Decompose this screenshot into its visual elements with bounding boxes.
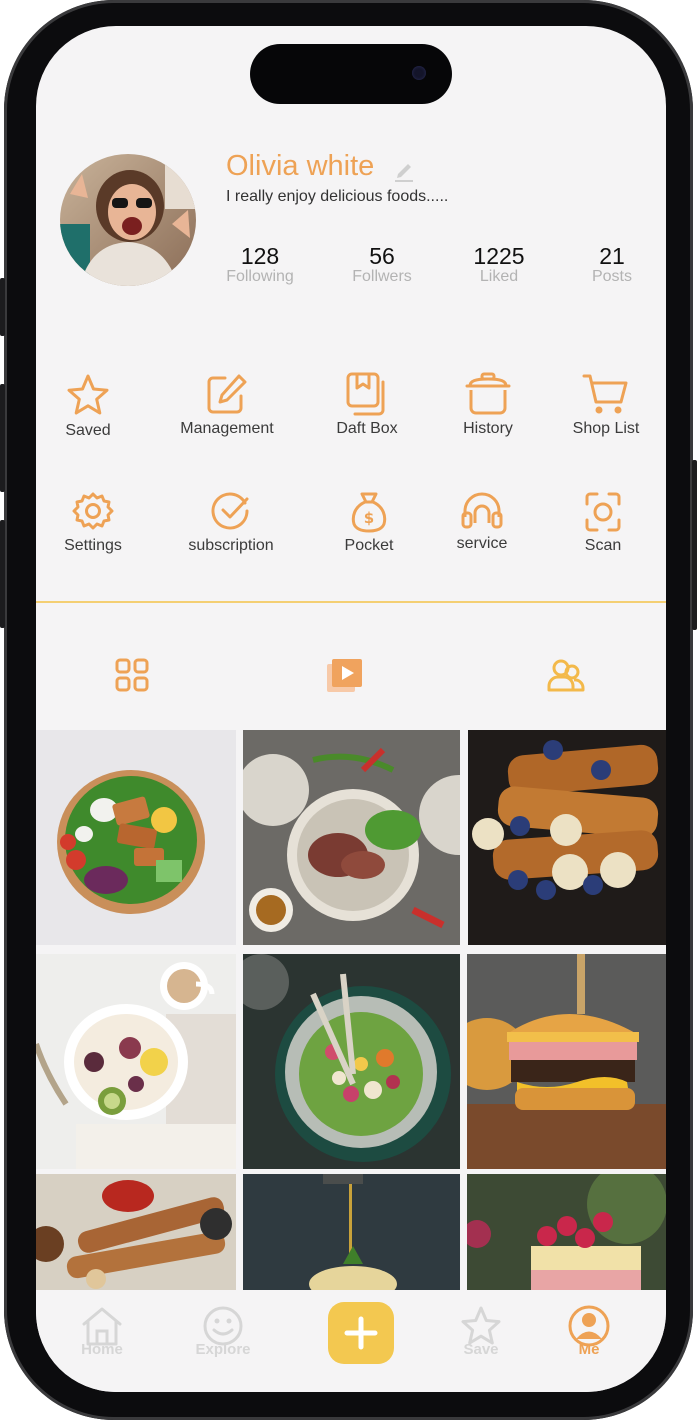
menu-management[interactable]: Management — [162, 372, 292, 438]
app-screen: Olivia white I really enjoy delicious fo… — [36, 26, 666, 1392]
section-divider — [36, 601, 666, 603]
bottom-navigation: Home Explore Save Me — [36, 1290, 666, 1392]
nav-me[interactable]: Me — [549, 1304, 629, 1358]
menu-label: Daft Box — [336, 420, 398, 437]
menu-settings[interactable]: Settings — [36, 491, 158, 555]
menu-draft-box[interactable]: Daft Box — [302, 372, 432, 438]
menu-service[interactable]: service — [417, 491, 547, 553]
nav-home[interactable]: Home — [62, 1304, 142, 1358]
menu-label: service — [456, 535, 508, 552]
menu-label: Pocket — [344, 537, 394, 554]
create-post-button[interactable] — [328, 1302, 394, 1364]
menu-label: Scan — [584, 537, 622, 554]
nav-label: Save — [463, 1341, 499, 1358]
pencil-icon[interactable] — [394, 159, 414, 183]
plus-icon — [344, 1316, 378, 1350]
check-circle-icon — [211, 492, 249, 530]
nav-label: Explore — [195, 1341, 251, 1358]
post-thumbnail-salad-bowl[interactable] — [36, 730, 236, 945]
grid-icon[interactable] — [112, 656, 152, 696]
menu-subscription[interactable]: subscription — [166, 491, 296, 555]
volume-down-button — [0, 520, 5, 628]
volume-up-button — [0, 384, 5, 492]
stat-following[interactable]: 128 Following — [215, 244, 305, 286]
menu-label: Settings — [64, 537, 122, 554]
post-thumbnail-french-toast[interactable] — [468, 730, 666, 945]
stat-label: Follwers — [352, 268, 412, 285]
menu-label: History — [463, 420, 513, 437]
stat-followers[interactable]: 56 Follwers — [337, 244, 427, 286]
stat-label: Posts — [591, 268, 632, 285]
stat-value: 21 — [599, 243, 625, 269]
dynamic-island — [250, 44, 452, 104]
post-thumbnail-steak-plate[interactable] — [243, 730, 460, 945]
power-button — [692, 460, 697, 630]
post-thumbnail-fruit-bowl[interactable] — [36, 954, 236, 1169]
menu-saved[interactable]: Saved — [36, 372, 153, 440]
menu-label: subscription — [188, 537, 274, 554]
scan-icon — [585, 492, 621, 532]
draft-box-icon — [346, 372, 385, 416]
post-thumbnail-burger[interactable] — [467, 954, 666, 1169]
video-icon[interactable] — [325, 656, 365, 696]
stat-label: Liked — [479, 268, 519, 285]
pot-icon — [465, 372, 511, 415]
camera-icon — [412, 66, 426, 80]
post-thumbnail-green-bowl[interactable] — [243, 954, 460, 1169]
post-thumbnail-raspberry-cake[interactable] — [467, 1174, 666, 1290]
menu-label: Shop List — [572, 420, 640, 437]
nav-save[interactable]: Save — [441, 1304, 521, 1358]
menu-scan[interactable]: Scan — [538, 491, 666, 555]
nav-explore[interactable]: Explore — [183, 1304, 263, 1358]
edit-square-icon — [207, 374, 247, 414]
menu-label: Saved — [65, 422, 111, 439]
headset-icon — [461, 492, 503, 529]
stat-value: 1225 — [473, 243, 525, 269]
profile-name: Olivia white — [226, 150, 375, 182]
nav-label: Me — [578, 1341, 600, 1358]
svg-text:$: $ — [364, 509, 374, 527]
avatar[interactable] — [60, 154, 196, 286]
star-icon — [67, 374, 109, 415]
menu-history[interactable]: History — [423, 372, 553, 438]
action-button — [0, 278, 5, 336]
stat-liked[interactable]: 1225 Liked — [454, 244, 544, 286]
post-thumbnail-kebabs[interactable] — [36, 1174, 236, 1290]
cart-icon — [582, 374, 628, 414]
profile-bio: I really enjoy delicious foods..... — [226, 188, 449, 205]
stat-posts[interactable]: 21 Posts — [567, 244, 657, 286]
menu-shop-list[interactable]: Shop List — [541, 372, 666, 438]
gear-icon — [72, 492, 114, 530]
menu-label: Management — [180, 420, 274, 437]
post-thumbnail-drizzle-dish[interactable] — [243, 1174, 460, 1290]
menu-pocket[interactable]: $ Pocket — [304, 491, 434, 555]
stat-value: 56 — [369, 243, 395, 269]
nav-label: Home — [81, 1341, 123, 1358]
money-bag-icon: $ — [351, 492, 387, 533]
stat-value: 128 — [240, 243, 280, 269]
users-icon[interactable] — [546, 656, 586, 696]
stat-label: Following — [226, 268, 294, 285]
